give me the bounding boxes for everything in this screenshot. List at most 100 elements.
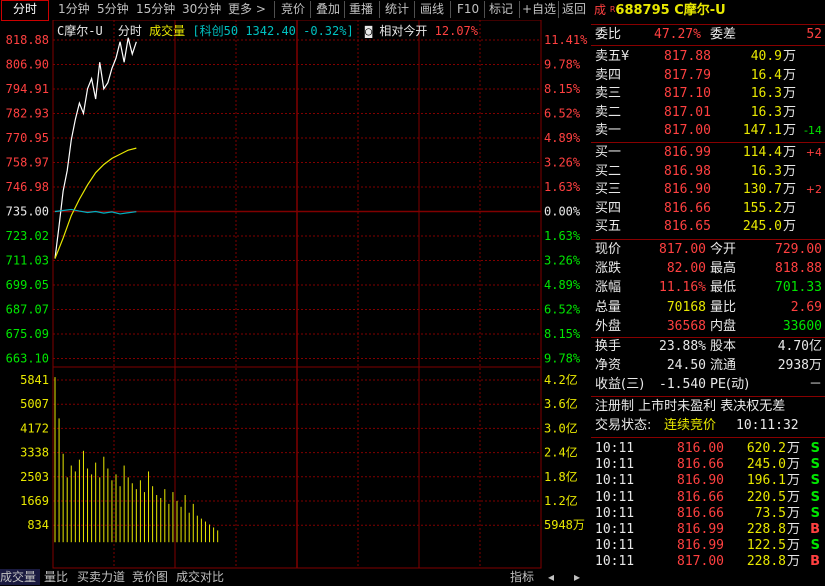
pct-tick-label: 8.15% bbox=[544, 82, 581, 96]
chart-mode-label: 分时 bbox=[117, 24, 142, 38]
volume-tick-label: 2503 bbox=[20, 470, 49, 484]
price-tick-label: 663.10 bbox=[6, 352, 49, 366]
tick-row: 10:11 817.00 228.8 万 B bbox=[595, 554, 820, 570]
pct-tick-label: 4.89% bbox=[544, 131, 581, 145]
pct-tick-label: 11.41% bbox=[544, 33, 588, 47]
mark-button[interactable]: 标记 bbox=[489, 0, 513, 19]
trade-status-row: 交易状态: 连续竞价 10:11:32 bbox=[595, 418, 799, 433]
pct-tick-label: 8.15% bbox=[544, 327, 581, 341]
volume-tick-label: 5841 bbox=[20, 373, 49, 387]
add-watchlist-button[interactable]: +自选 bbox=[522, 0, 556, 19]
bid-level: 买三 816.90 130.7 万 +2 bbox=[595, 182, 822, 198]
ask-level: 卖四 817.79 16.4 万 bbox=[595, 67, 797, 83]
ask-level: 卖二 817.01 16.3 万 bbox=[595, 104, 797, 120]
volume-tick-label: 3.6亿 bbox=[544, 396, 578, 411]
notice-row: 注册制 上市时未盈利 表决权无差 bbox=[595, 399, 786, 414]
pct-tick-label: 6.52% bbox=[544, 107, 581, 121]
overlay-button[interactable]: 叠加 bbox=[316, 0, 340, 19]
price-tick-label: 687.07 bbox=[6, 303, 49, 317]
bid-level: 买二 816.98 16.3 万 bbox=[595, 163, 797, 179]
price-tick-label: 806.90 bbox=[6, 58, 49, 72]
volume-tick-label: 1.8亿 bbox=[544, 469, 578, 484]
pct-tick-label: 6.52% bbox=[544, 303, 581, 317]
scroll-left-icon[interactable]: ◂ bbox=[548, 569, 554, 585]
volume-tick-label: 1.2亿 bbox=[544, 493, 578, 508]
volume-tick-label: 4172 bbox=[20, 421, 49, 435]
pct-tick-label: 9.78% bbox=[544, 352, 581, 366]
ask-level: 卖一 817.00 147.1 万 -14 bbox=[595, 123, 822, 139]
tab-trade-compare[interactable]: 成交对比 bbox=[176, 569, 224, 585]
tab-volume[interactable]: 成交量 bbox=[0, 569, 40, 585]
volume-tick-label: 2.4亿 bbox=[544, 445, 578, 460]
replay-button[interactable]: 重播 bbox=[349, 0, 373, 19]
ask-level: 卖五¥ 817.88 40.9 万 bbox=[595, 49, 797, 64]
camera-icon[interactable]: ◙ bbox=[365, 24, 372, 38]
pct-tick-label: 4.89% bbox=[544, 278, 581, 292]
price-tick-label: 770.95 bbox=[6, 131, 49, 145]
bid-level: 买四 816.66 155.2 万 bbox=[595, 200, 797, 216]
stats-button[interactable]: 统计 bbox=[385, 0, 409, 19]
quote-stat-row: 现价 817.00 今开 729.00 bbox=[595, 242, 822, 257]
draw-line-button[interactable]: 画线 bbox=[420, 0, 444, 19]
intraday-chart[interactable]: 818.88 806.90 794.91 782.93 770.95 758.97 746.… bbox=[0, 20, 591, 586]
price-tick-label: 723.02 bbox=[6, 229, 49, 243]
pct-tick-label: 1.63% bbox=[544, 229, 581, 243]
quote-stat2-row: 收益(三) -1.540 PE(动) － bbox=[595, 377, 822, 393]
scroll-right-icon[interactable]: ▸ bbox=[574, 569, 580, 585]
volume-tick-label: 3338 bbox=[20, 446, 49, 460]
quote-stat2-row: 换手 23.88% 股本 4.70亿 bbox=[595, 339, 822, 354]
indicator-button[interactable]: 指标 bbox=[510, 569, 534, 585]
tab-5min[interactable]: 5分钟 bbox=[97, 0, 129, 19]
volume-legend: 成交量 bbox=[149, 24, 186, 38]
price-tick-label: 711.03 bbox=[6, 254, 49, 268]
tab-auction-chart[interactable]: 竞价图 bbox=[132, 569, 168, 585]
tab-30min[interactable]: 30分钟 bbox=[182, 0, 221, 19]
index-info: [科创50 1342.40 -0.32%] bbox=[192, 24, 354, 38]
volume-tick-label: 834 bbox=[27, 518, 49, 532]
price-tick-label: 818.88 bbox=[6, 33, 49, 47]
volume-tick-label: 5948万 bbox=[544, 518, 585, 532]
toolbar: 分时 1分钟 5分钟 15分钟 30分钟 更多 > 竞价 叠加 重播 统计 画线… bbox=[0, 0, 591, 21]
pct-tick-label: 1.63% bbox=[544, 180, 581, 194]
price-tick-label: 675.09 bbox=[6, 327, 49, 341]
pct-tick-label: 3.26% bbox=[544, 156, 581, 170]
ask-level: 卖三 817.10 16.3 万 bbox=[595, 86, 797, 102]
tab-more[interactable]: 更多 > bbox=[228, 0, 266, 19]
volume-tick-label: 4.2亿 bbox=[544, 372, 578, 387]
chart-stock-name: C摩尔-U bbox=[57, 24, 103, 38]
f10-button[interactable]: F10 bbox=[457, 0, 479, 19]
pct-tick-label: 3.26% bbox=[544, 254, 581, 268]
order-ratio-row: 委比 47.27% 委差 52 bbox=[595, 27, 822, 42]
pct-tick-label: 0.00% bbox=[544, 205, 581, 219]
average-line bbox=[54, 147, 137, 259]
relative-open-label: 相对今开 bbox=[379, 24, 428, 38]
bid-level: 买五 816.65 245.0 万 bbox=[595, 219, 797, 235]
quote-stat-row: 外盘 36568 内盘 33600 bbox=[595, 318, 822, 334]
flag-badge: 成 bbox=[594, 3, 607, 17]
stock-code-name: 688795 C摩尔-U bbox=[615, 3, 726, 18]
bottom-tabbar: 成交量 量比 买卖力道 竞价图 成交对比 指标 ◂ ▸ bbox=[0, 569, 591, 586]
volume-tick-label: 1669 bbox=[20, 494, 49, 508]
tab-15min[interactable]: 15分钟 bbox=[136, 0, 175, 19]
price-tick-label: 758.97 bbox=[6, 156, 49, 170]
price-tick-label: 782.93 bbox=[6, 107, 49, 121]
jingjia-button[interactable]: 竞价 bbox=[281, 0, 305, 19]
price-tick-label: 746.98 bbox=[6, 180, 49, 194]
price-tick-label: 735.00 bbox=[6, 205, 49, 219]
relative-open-value: 12.07% bbox=[434, 24, 479, 38]
tab-buy-sell-power[interactable]: 买卖力道 bbox=[77, 569, 125, 585]
quote-stat-row: 涨跌 82.00 最高 818.88 bbox=[595, 261, 822, 277]
back-button[interactable]: 返回 bbox=[562, 0, 586, 19]
tab-1min[interactable]: 1分钟 bbox=[58, 0, 90, 19]
pct-tick-label: 9.78% bbox=[544, 58, 581, 72]
bid-level: 买一 816.99 114.4 万 +4 bbox=[595, 145, 822, 160]
price-tick-label: 699.05 bbox=[6, 278, 49, 292]
tab-fenshi[interactable]: 分时 bbox=[1, 0, 49, 21]
quote-stat2-row: 净资 24.50 流通 2938万 bbox=[595, 358, 822, 374]
quote-stat-row: 涨幅 11.16% 最低 701.33 bbox=[595, 280, 822, 296]
quote-stat-row: 总量 70168 量比 2.69 bbox=[595, 299, 822, 315]
price-tick-label: 794.91 bbox=[6, 82, 49, 96]
volume-tick-label: 5007 bbox=[20, 397, 49, 411]
volume-tick-label: 3.0亿 bbox=[544, 420, 578, 435]
tab-volume-ratio[interactable]: 量比 bbox=[44, 569, 68, 585]
